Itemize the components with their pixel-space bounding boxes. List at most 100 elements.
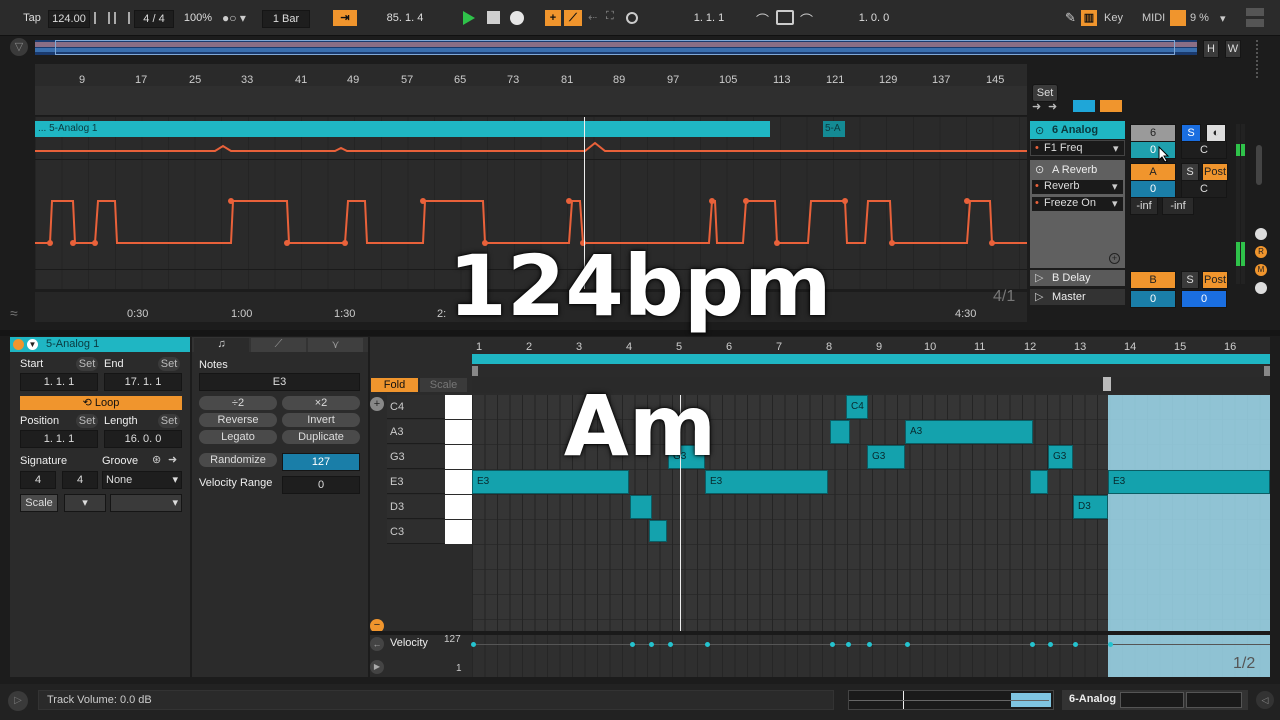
sig-numerator[interactable]: 4 xyxy=(20,471,56,489)
locator-lane[interactable] xyxy=(35,86,1027,116)
w-button[interactable]: W xyxy=(1225,40,1241,58)
lane-play-icon[interactable]: ▶ xyxy=(370,660,384,674)
velocity-dot[interactable] xyxy=(1108,642,1113,647)
loop-start-field[interactable]: 1. 1. 1 xyxy=(666,10,752,26)
overview-strip[interactable] xyxy=(35,40,1197,55)
fold-icon[interactable]: ⊙ xyxy=(1035,124,1044,137)
tap-tempo-button[interactable]: Tap xyxy=(18,10,46,26)
envelopes-tab-icon[interactable]: ⟋ xyxy=(251,338,306,352)
midi-note[interactable]: E3 xyxy=(705,470,828,494)
velocity-dot[interactable] xyxy=(1073,642,1078,647)
midi-note[interactable]: E3 xyxy=(1108,470,1270,494)
automation-icon[interactable] xyxy=(1073,100,1095,112)
midi-map-button[interactable]: MIDI xyxy=(1142,12,1165,24)
groove-menu[interactable]: None ▾ xyxy=(102,471,182,489)
velocity-range-field[interactable]: 0 xyxy=(282,476,360,494)
automation-param-menu[interactable]: • F1 Freq ▾ xyxy=(1030,140,1125,156)
velocity-dot[interactable] xyxy=(668,642,673,647)
info-view-toggle-icon[interactable]: ▷ xyxy=(8,691,28,711)
velocity-dot[interactable] xyxy=(846,642,851,647)
scale-name-menu[interactable]: ▾ xyxy=(110,494,182,512)
velocity-dot[interactable] xyxy=(1048,642,1053,647)
velocity-dot[interactable] xyxy=(905,642,910,647)
record-icon[interactable] xyxy=(510,11,524,25)
zoom-field[interactable]: 100% xyxy=(180,10,216,26)
follow-button[interactable]: ⇥ xyxy=(333,10,357,26)
loop-switch-icon[interactable] xyxy=(776,10,794,25)
h-button[interactable]: H xyxy=(1203,40,1219,58)
beat-ruler[interactable]: 9 17 25 33 41 49 57 65 73 81 89 97 105 1… xyxy=(35,64,1027,86)
velocity-dot[interactable] xyxy=(705,642,710,647)
midi-note[interactable] xyxy=(649,520,667,542)
tempo-nudge-icon[interactable] xyxy=(94,12,110,24)
back-to-arrangement-icon[interactable]: ⇠ xyxy=(588,11,597,24)
send-a-button[interactable]: A xyxy=(1130,163,1176,181)
punch-in-icon[interactable]: ⌒ xyxy=(756,10,769,29)
metronome-icon[interactable]: ●○ ▾ xyxy=(222,11,246,25)
lane-arrow-icon[interactable]: ← xyxy=(370,637,384,651)
key-row[interactable]: D3 xyxy=(387,495,472,519)
solo-button[interactable]: S xyxy=(1181,124,1201,142)
quantize-menu[interactable]: 1 Bar xyxy=(262,10,310,28)
scrollbar[interactable] xyxy=(1256,145,1262,185)
velocity-dot[interactable] xyxy=(867,642,872,647)
scale-root-menu[interactable]: ▾ xyxy=(64,494,106,512)
fold-icon[interactable]: ▼ xyxy=(27,339,38,350)
next-locator-icon[interactable]: ➜ xyxy=(1048,100,1057,113)
cpu-menu-icon[interactable]: ▾ xyxy=(1220,12,1226,25)
velocity-dot[interactable] xyxy=(830,642,835,647)
arm-icon[interactable]: ◐ xyxy=(1206,124,1226,142)
clip-overview[interactable] xyxy=(848,690,1054,710)
param-menu[interactable]: • Freeze On ▾ xyxy=(1032,197,1123,211)
tempo-field[interactable]: 124.00 xyxy=(48,10,90,28)
track-header-6-analog[interactable]: ⊙ 6 Analog xyxy=(1030,121,1125,139)
loop-markers[interactable] xyxy=(472,366,1270,376)
velocity-dot[interactable] xyxy=(471,642,476,647)
punch-out-icon[interactable]: ⌒ xyxy=(800,10,813,29)
side-handle[interactable] xyxy=(1256,40,1270,78)
clip-header[interactable]: ▼ 5-Analog 1 xyxy=(10,337,190,352)
play-icon[interactable] xyxy=(462,11,476,25)
loop-length-field[interactable]: 1. 0. 0 xyxy=(836,10,912,26)
pan-field[interactable]: C xyxy=(1181,141,1227,159)
velocity-dot[interactable] xyxy=(649,642,654,647)
velocity-dot[interactable] xyxy=(1030,642,1035,647)
solo-button[interactable]: S xyxy=(1181,163,1199,181)
velocity-dot[interactable] xyxy=(630,642,635,647)
collapse-arrangement-icon[interactable]: ▽ xyxy=(10,38,28,56)
time-signature-field[interactable]: 4 / 4 xyxy=(134,10,174,28)
prev-locator-icon[interactable]: ➜ xyxy=(1032,100,1041,113)
post-button[interactable]: Post xyxy=(1202,163,1228,181)
set-start-button[interactable]: Set xyxy=(76,357,98,371)
detail-view-toggle-icon[interactable]: ◁ xyxy=(1256,691,1274,709)
key-map-button[interactable]: Key xyxy=(1104,12,1123,24)
lock-icon[interactable] xyxy=(1100,100,1122,112)
arrangement-clip[interactable]: ... 5-Analog 1 xyxy=(35,121,770,137)
tempo-nudge-up-icon[interactable] xyxy=(114,12,130,24)
scale-button[interactable]: Scale xyxy=(20,494,58,512)
sig-denominator[interactable]: 4 xyxy=(62,471,98,489)
send-inf-field-2[interactable]: -inf xyxy=(1162,197,1194,215)
arrangement-clip-2[interactable]: 5-A xyxy=(823,121,845,137)
automation-arm-button[interactable]: ⟋ xyxy=(564,10,582,26)
fold-icon[interactable]: ⊙ xyxy=(1035,163,1044,176)
io-toggle-icon[interactable] xyxy=(1255,228,1267,240)
key-row[interactable]: C3 xyxy=(387,520,472,544)
midi-note[interactable] xyxy=(630,495,652,519)
set-end-button[interactable]: Set xyxy=(158,357,180,371)
key-row[interactable]: E3 xyxy=(387,470,472,494)
midi-note[interactable]: D3 xyxy=(1073,495,1108,519)
track-number[interactable]: 6 xyxy=(1130,124,1176,142)
draw-mode-icon[interactable]: ✎ xyxy=(1065,10,1076,26)
selected-track-box[interactable]: 6-Analog xyxy=(1062,690,1248,710)
activator-icon[interactable] xyxy=(13,339,24,350)
capture-icon[interactable]: ⛶ xyxy=(606,10,614,23)
pan-field[interactable]: C xyxy=(1181,180,1227,198)
send-volume-field[interactable]: 0 xyxy=(1130,180,1176,198)
expression-tab-icon[interactable]: ⋎ xyxy=(308,338,363,352)
overdub-button[interactable]: + xyxy=(545,10,561,26)
midi-note[interactable] xyxy=(1030,470,1048,494)
editor-ruler[interactable]: 1 2 3 4 5 6 7 8 9 10 11 12 13 14 15 16 xyxy=(472,340,1270,354)
session-record-icon[interactable] xyxy=(626,12,638,24)
keyboard-icon[interactable]: ▥ xyxy=(1081,10,1097,26)
